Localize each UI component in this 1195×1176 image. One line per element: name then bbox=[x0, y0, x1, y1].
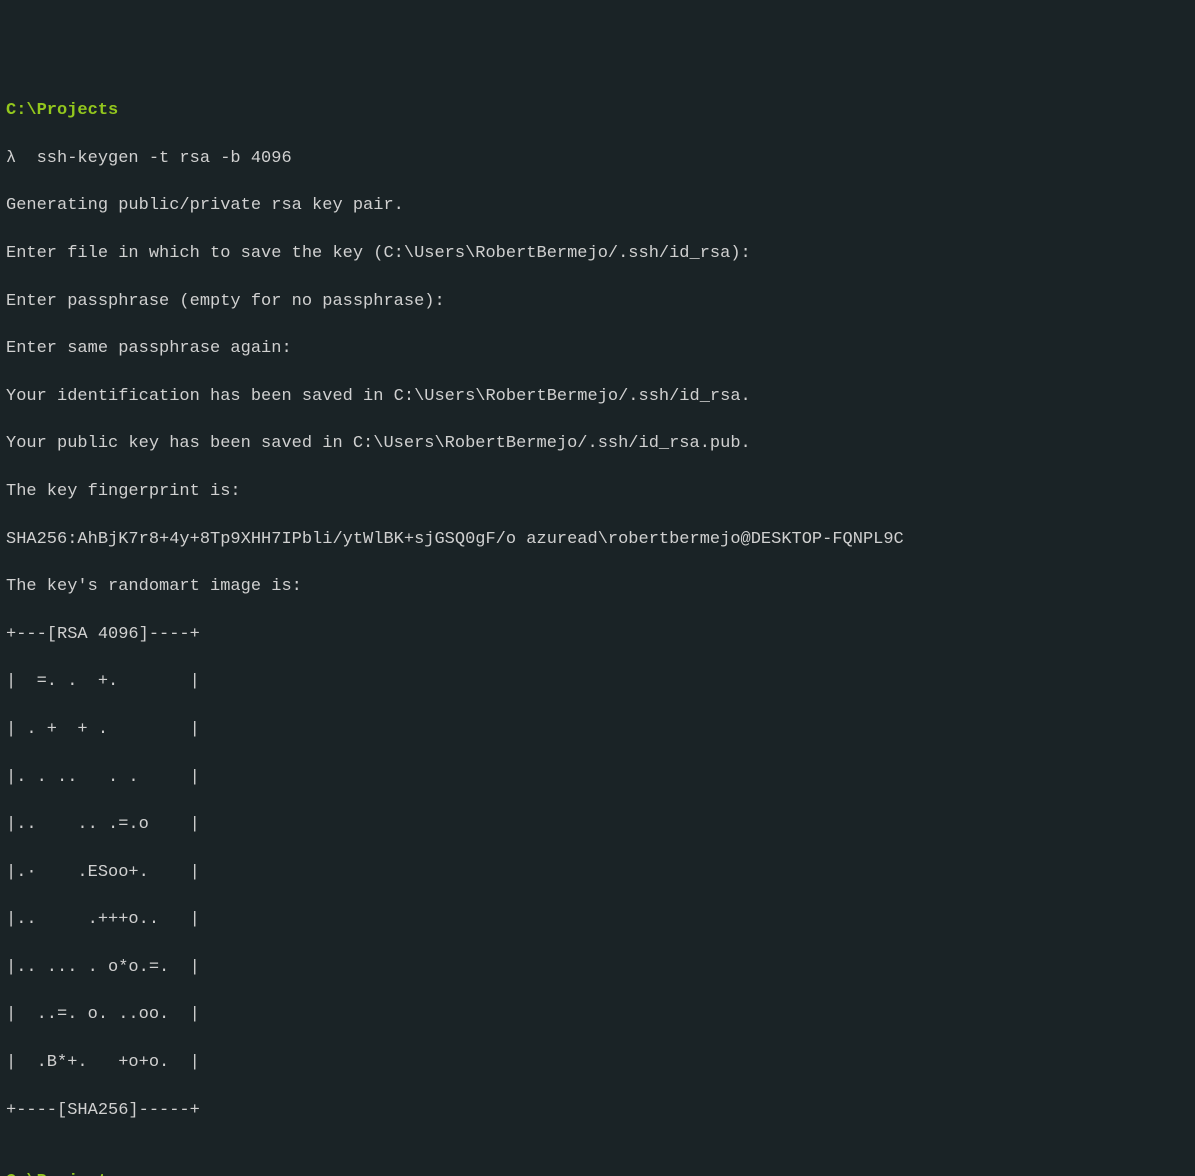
terminal-output-line: Enter passphrase (empty for no passphras… bbox=[6, 290, 1189, 314]
randomart-line: |.· .ESoo+. | bbox=[6, 861, 1189, 885]
randomart-border: +----[SHA256]-----+ bbox=[6, 1099, 1189, 1123]
randomart-line: |.. .+++o.. | bbox=[6, 908, 1189, 932]
randomart-border: +---[RSA 4096]----+ bbox=[6, 623, 1189, 647]
randomart-line: | ..=. o. ..oo. | bbox=[6, 1003, 1189, 1027]
terminal-output-line: SHA256:AhBjK7r8+4y+8Tp9XHH7IPbli/ytWlBK+… bbox=[6, 528, 1189, 552]
terminal-output-line: Your public key has been saved in C:\Use… bbox=[6, 432, 1189, 456]
terminal-path: C:\Projects bbox=[6, 99, 1189, 123]
randomart-line: | . + + . | bbox=[6, 718, 1189, 742]
terminal-output-line: Enter file in which to save the key (C:\… bbox=[6, 242, 1189, 266]
terminal-output-line: The key fingerprint is: bbox=[6, 480, 1189, 504]
terminal-path: C:\Projects bbox=[6, 1170, 1189, 1176]
randomart-line: |. . .. . . | bbox=[6, 766, 1189, 790]
terminal-output-line: The key's randomart image is: bbox=[6, 575, 1189, 599]
randomart-line: | .B*+. +o+o. | bbox=[6, 1051, 1189, 1075]
terminal-command[interactable]: λ ssh-keygen -t rsa -b 4096 bbox=[6, 147, 1189, 171]
randomart-line: | =. . +. | bbox=[6, 670, 1189, 694]
randomart-line: |.. .. .=.o | bbox=[6, 813, 1189, 837]
terminal-output-line: Your identification has been saved in C:… bbox=[6, 385, 1189, 409]
randomart-line: |.. ... . o*o.=. | bbox=[6, 956, 1189, 980]
terminal-output-line: Generating public/private rsa key pair. bbox=[6, 194, 1189, 218]
terminal-output-line: Enter same passphrase again: bbox=[6, 337, 1189, 361]
